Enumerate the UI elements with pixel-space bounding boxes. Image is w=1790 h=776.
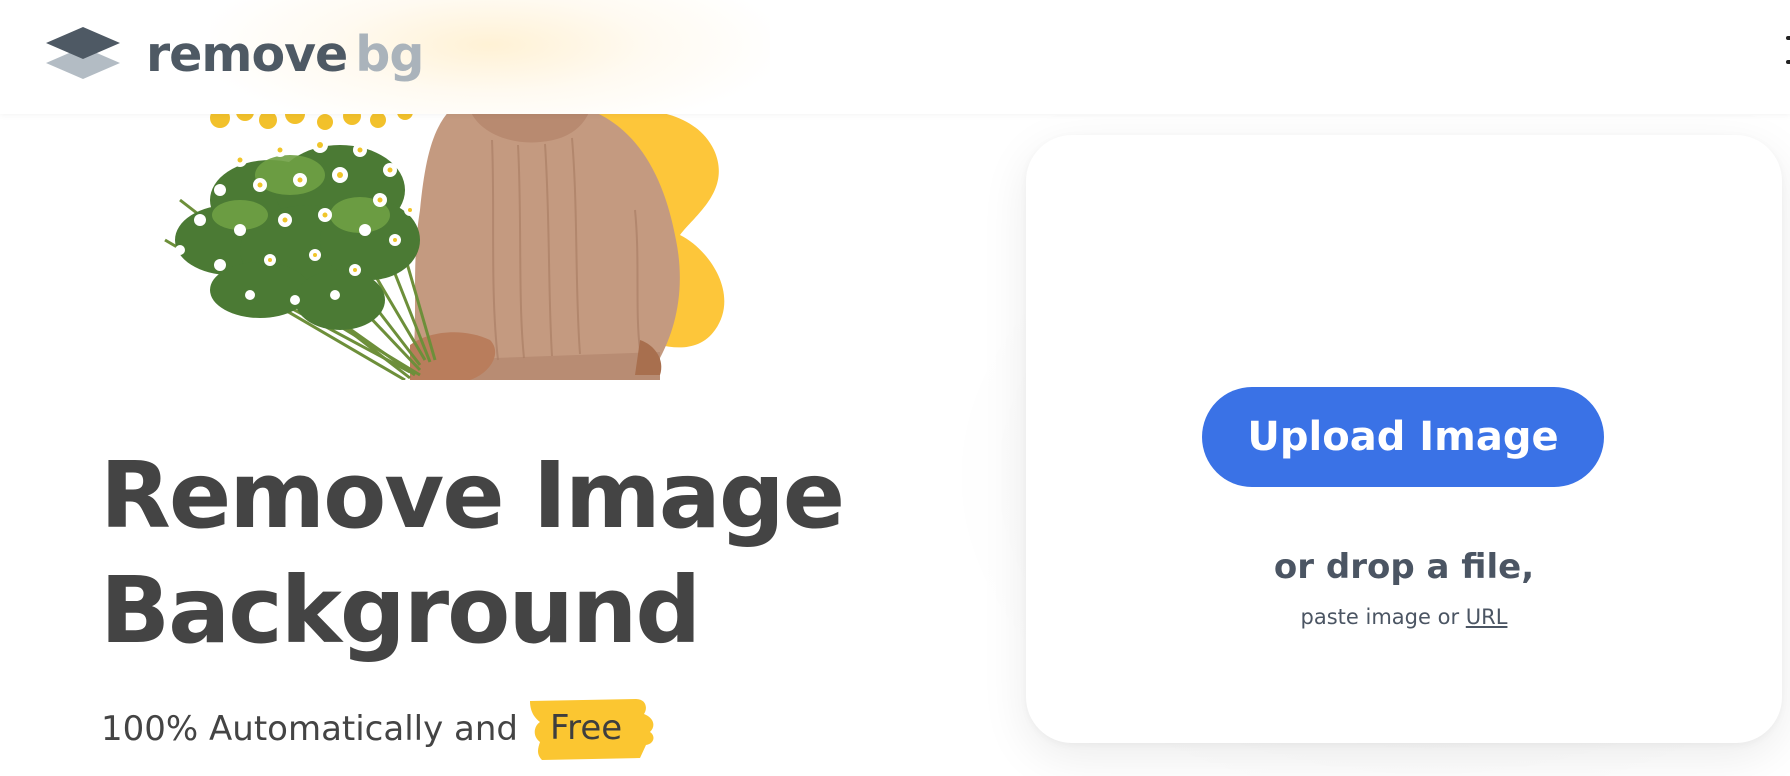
headline-line-1: Remove Image	[100, 442, 845, 549]
hero-headline: Remove Image Background	[100, 438, 845, 668]
paste-image-line: paste image or URL	[1026, 605, 1782, 629]
logo-word-remove: remove	[146, 25, 348, 83]
drop-file-text: or drop a file,	[1273, 547, 1535, 587]
url-link[interactable]: URL	[1466, 605, 1508, 629]
removebg-logo-link[interactable]: remove bg	[44, 22, 424, 86]
top-header: remove bg	[0, 0, 1790, 114]
subline-text: 100% Automatically and	[101, 709, 518, 749]
menu-icon[interactable]	[1786, 36, 1790, 64]
headline-line-2: Background	[100, 557, 701, 664]
free-label: Free	[550, 708, 623, 748]
upload-card[interactable]: Upload Image or drop a file, paste image…	[1026, 135, 1782, 743]
logo-word-bg: bg	[355, 25, 424, 83]
page: remove bg Remove Image Background 100% A…	[0, 0, 1790, 776]
free-highlight: Free	[528, 698, 662, 760]
upload-image-button[interactable]: Upload Image	[1202, 387, 1604, 487]
paste-text: paste image or	[1300, 605, 1460, 629]
hero-subline: 100% Automatically and Free	[101, 698, 662, 760]
logo-wordmark: remove bg	[146, 25, 424, 83]
removebg-logo-icon	[46, 27, 120, 79]
hero-image	[164, 90, 725, 380]
